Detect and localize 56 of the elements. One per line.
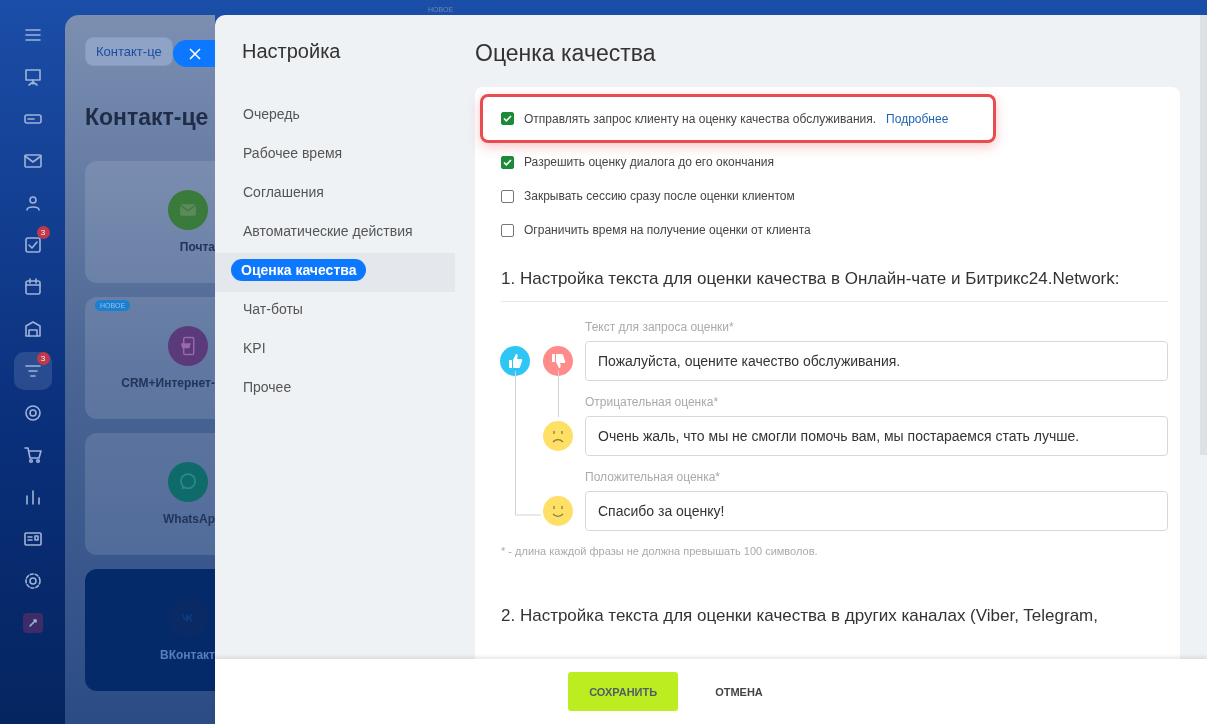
channel-name: CRM+Интернет- xyxy=(121,376,215,390)
connector-line xyxy=(558,370,559,418)
field-label: Отрицательная оценка* xyxy=(585,395,720,409)
section-title: Оценка качества xyxy=(475,40,657,67)
counter-badge: 3 xyxy=(36,226,50,239)
save-button[interactable]: СОХРАНИТЬ xyxy=(568,672,679,711)
building-icon[interactable] xyxy=(22,319,43,339)
checkbox[interactable] xyxy=(501,112,514,125)
cancel-button[interactable]: ОТМЕНА xyxy=(694,672,784,711)
presentation-icon[interactable] xyxy=(22,67,43,87)
option-label: Отправлять запрос клиенту на оценку качества обслуживания. xyxy=(524,111,877,126)
mail-icon[interactable] xyxy=(22,151,43,171)
nav-item[interactable]: Оценка качества xyxy=(231,259,367,281)
nav-item[interactable]: Прочее xyxy=(215,370,455,409)
settings-icon[interactable] xyxy=(22,571,43,591)
nav-item[interactable]: Автоматические действия xyxy=(215,214,455,253)
sad-face-icon xyxy=(543,421,573,451)
section-heading: 1. Настройка текста для оценки качества в Онлайн-чате и Битрикс24.Network: xyxy=(501,269,1168,302)
channel-name: ВКонтакт xyxy=(160,648,215,662)
option-label: Разрешить оценку диалога до его окончания xyxy=(524,155,775,169)
counter-badge: 3 xyxy=(36,352,50,365)
scrollbar[interactable] xyxy=(1200,15,1207,455)
option-label: Закрывать сессию сразу после оценки клиентом xyxy=(524,189,795,203)
text-field[interactable]: Спасибо за оценку! xyxy=(585,491,1168,531)
sidebar-item-highlight[interactable]: 3 xyxy=(13,352,52,390)
contact-card-icon[interactable] xyxy=(22,529,43,549)
nav-item[interactable]: Соглашения xyxy=(215,175,455,214)
option-label: Ограничить время на получение оценки от клиента xyxy=(524,223,811,237)
smiley-face-icon xyxy=(543,496,573,526)
calendar-icon[interactable] xyxy=(22,277,43,297)
field-label: Положительная оценка* xyxy=(585,470,722,484)
checkbox-icon[interactable] xyxy=(22,235,43,255)
channel-name: Почта xyxy=(179,240,215,254)
nav-item[interactable]: Чат-боты xyxy=(215,292,455,331)
settings-title: Настройка xyxy=(242,40,342,63)
close-icon[interactable] xyxy=(189,47,201,60)
text-field[interactable]: Пожалуйста, оцените качество обслуживания. xyxy=(585,341,1168,381)
channel-name: WhatsAp xyxy=(163,512,215,526)
field-label: Текст для запроса оценки* xyxy=(585,320,735,334)
nav-item[interactable]: KPI xyxy=(215,331,455,370)
nav-item[interactable]: Рабочее время xyxy=(215,136,455,175)
nav-item[interactable]: Очередь xyxy=(215,97,455,136)
checkbox[interactable] xyxy=(501,223,514,237)
section-heading: 2. Настройка текста для оценки качества в других каналах (Viber, Telegram, xyxy=(501,605,1099,627)
page-title: Контакт-це xyxy=(85,104,209,131)
checkbox[interactable] xyxy=(501,155,514,169)
thumbs-down-icon xyxy=(543,346,573,376)
target-icon[interactable] xyxy=(22,403,43,423)
chat-bubble-icon xyxy=(178,472,198,492)
checkbox[interactable] xyxy=(501,189,514,203)
text-field[interactable]: Очень жаль, что мы не смогли помочь вам, мы постараемся стать лучше. xyxy=(585,416,1168,456)
cart-icon[interactable] xyxy=(22,445,43,465)
vk-icon xyxy=(178,608,198,628)
thumbs-up-icon xyxy=(500,346,530,376)
footnote: * - длина каждой фразы не должна превышать 100 символов. xyxy=(501,545,819,557)
more-link[interactable]: Подробнее xyxy=(886,111,949,126)
